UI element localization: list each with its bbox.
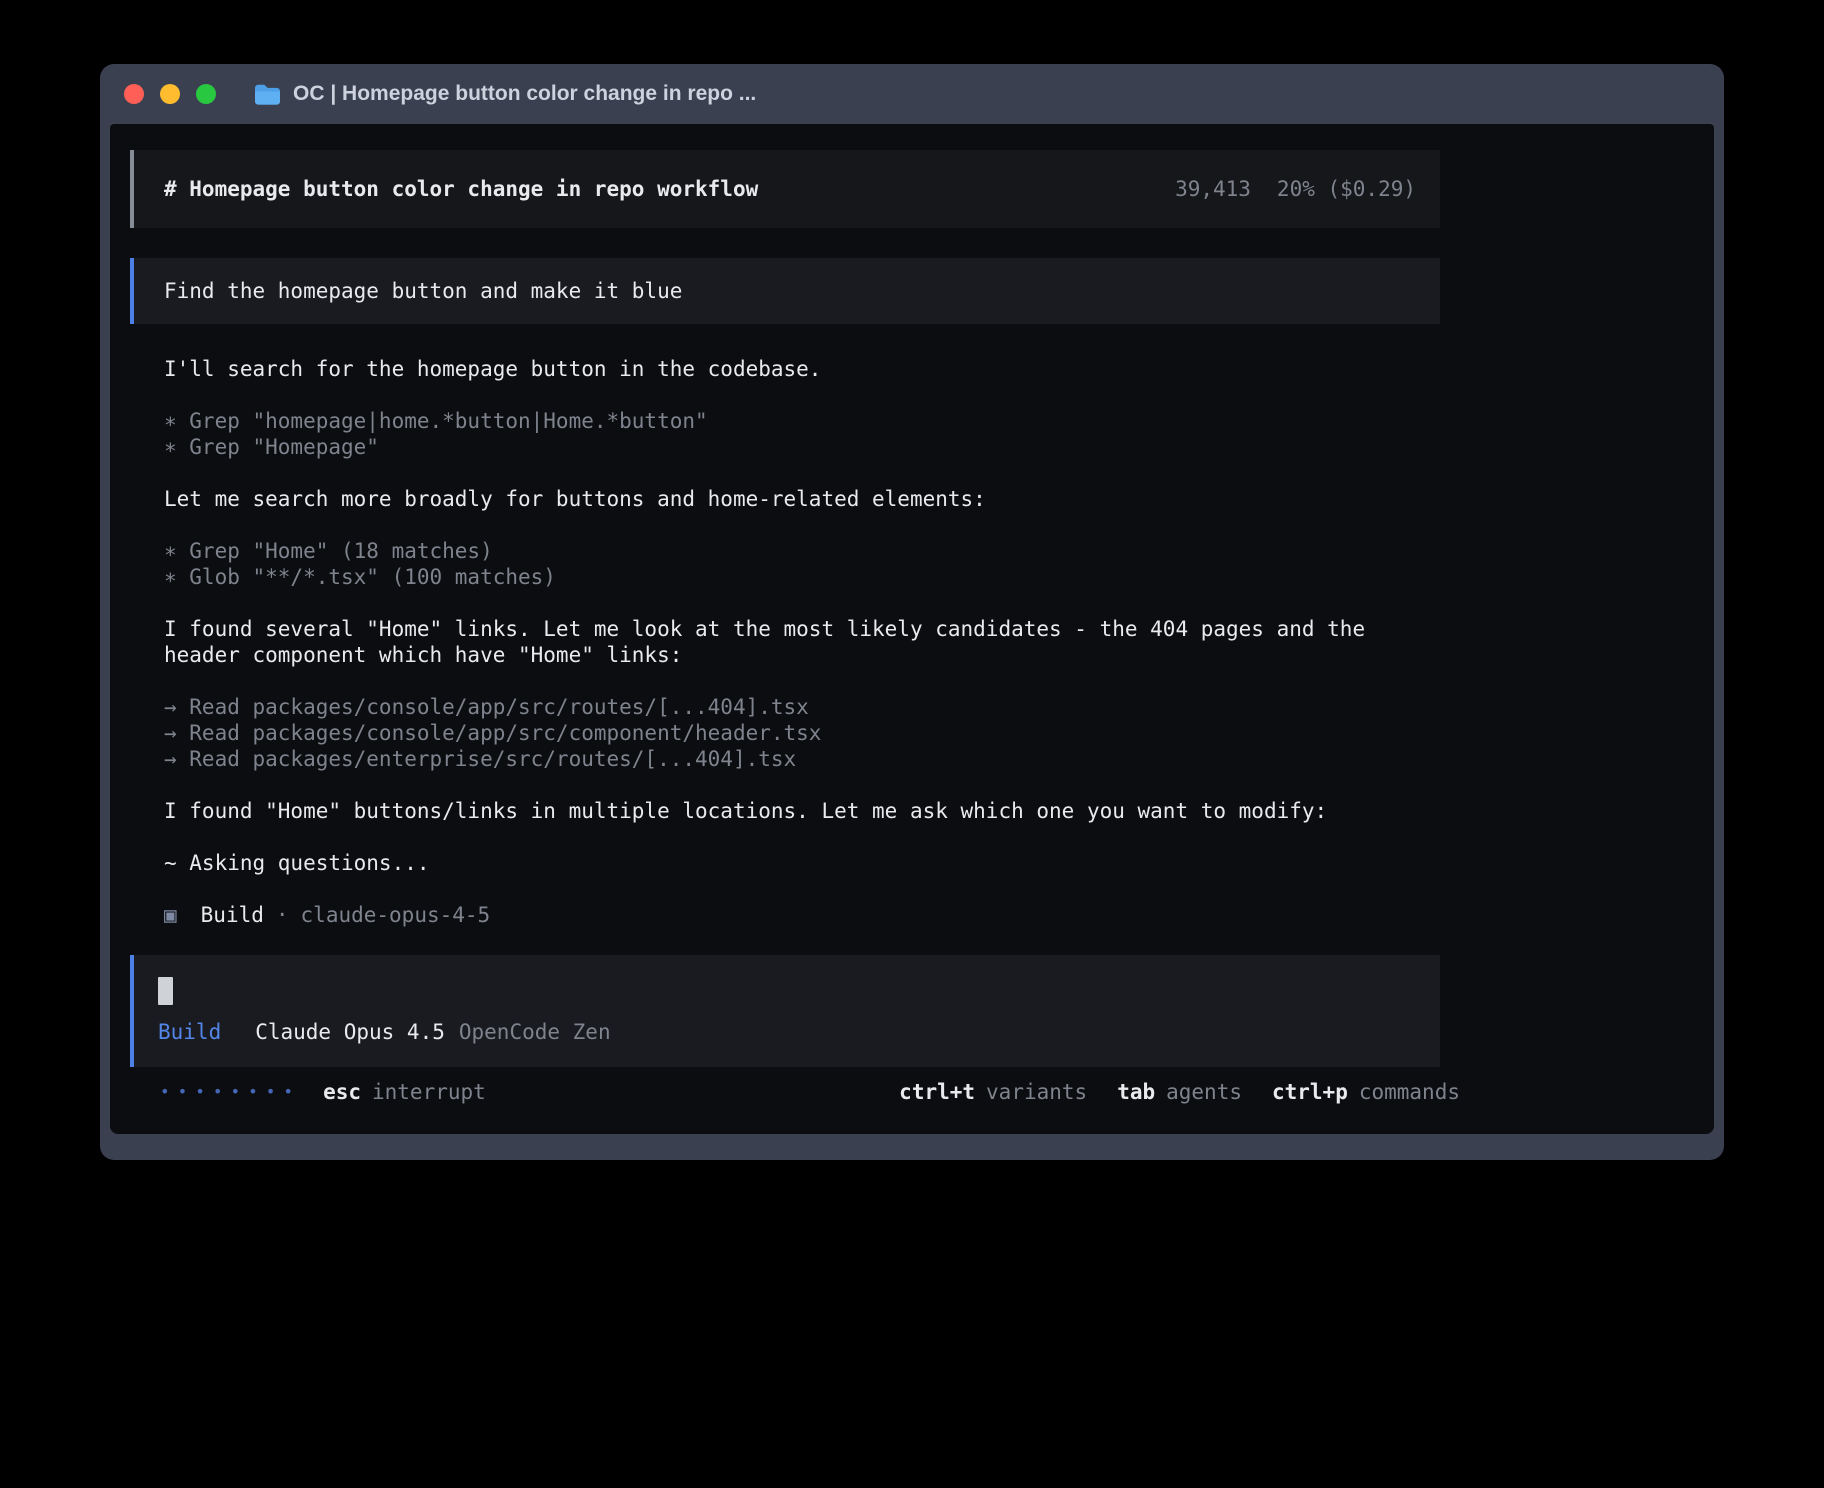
- tool-call-group: ∗ Grep "Home" (18 matches) ∗ Glob "**/*.…: [164, 538, 1440, 590]
- traffic-lights: [124, 84, 232, 104]
- window-title: OC | Homepage button color change in rep…: [293, 82, 756, 106]
- folder-icon: [254, 83, 281, 105]
- status-bar-right: ctrl+t variants tab agents ctrl+p comman…: [899, 1079, 1460, 1105]
- titlebar[interactable]: OC | Homepage button color change in rep…: [100, 64, 1724, 124]
- hint-key: tab: [1117, 1079, 1155, 1105]
- tool-call-glob: ∗ Glob "**/*.tsx" (100 matches): [164, 564, 1440, 590]
- session-title: # Homepage button color change in repo w…: [164, 176, 758, 202]
- terminal-content: # Homepage button color change in repo w…: [110, 124, 1714, 1134]
- agent-status-line: ▣ Build · claude-opus-4-5: [164, 902, 1440, 928]
- hint-variants: ctrl+t variants: [899, 1079, 1087, 1105]
- tool-call-read: → Read packages/console/app/src/componen…: [164, 720, 1440, 746]
- hint-label: agents: [1166, 1079, 1242, 1105]
- tool-call-grep: ∗ Grep "Home" (18 matches): [164, 538, 1440, 564]
- hint-agents: tab agents: [1117, 1079, 1242, 1105]
- minimize-button[interactable]: [160, 84, 180, 104]
- tool-call-grep: ∗ Grep "homepage|home.*button|Home.*butt…: [164, 408, 1440, 434]
- status-bar-left: •••••••• esc interrupt: [160, 1079, 486, 1105]
- prompt-input[interactable]: Build Claude Opus 4.5 OpenCode Zen: [130, 955, 1440, 1067]
- assistant-text: Let me search more broadly for buttons a…: [164, 486, 1440, 512]
- status-separator: ·: [276, 902, 289, 928]
- assistant-status-text: ~ Asking questions...: [164, 850, 1440, 876]
- hint-label: commands: [1359, 1079, 1460, 1105]
- session-meta: 39,413 20% ($0.29): [1175, 176, 1416, 202]
- zoom-button[interactable]: [196, 84, 216, 104]
- input-mode[interactable]: Build: [158, 1019, 221, 1045]
- status-bar: •••••••• esc interrupt ctrl+t variants t…: [150, 1079, 1460, 1105]
- text-cursor: [158, 977, 173, 1005]
- agent-name: Build: [201, 902, 264, 928]
- context-usage: 20% ($0.29): [1277, 176, 1416, 202]
- user-message-text: Find the homepage button and make it blu…: [164, 279, 682, 303]
- interrupt-label: interrupt: [372, 1079, 486, 1105]
- hint-label: variants: [986, 1079, 1087, 1105]
- tool-call-grep: ∗ Grep "Homepage": [164, 434, 1440, 460]
- input-provider: OpenCode Zen: [459, 1019, 611, 1045]
- interrupt-key: esc: [323, 1079, 361, 1105]
- tool-call-read: → Read packages/enterprise/src/routes/[.…: [164, 746, 1440, 772]
- close-button[interactable]: [124, 84, 144, 104]
- terminal-window: OC | Homepage button color change in rep…: [100, 64, 1724, 1160]
- token-count: 39,413: [1175, 176, 1251, 202]
- assistant-text: I'll search for the homepage button in t…: [164, 356, 1440, 382]
- session-header: # Homepage button color change in repo w…: [130, 150, 1440, 228]
- user-message: Find the homepage button and make it blu…: [130, 258, 1440, 324]
- assistant-text: I found several "Home" links. Let me loo…: [164, 616, 1440, 668]
- hint-key: ctrl+t: [899, 1079, 975, 1105]
- agent-icon: ▣: [164, 902, 177, 928]
- spinner-dots: ••••••••: [160, 1079, 301, 1105]
- input-meta: Build Claude Opus 4.5 OpenCode Zen: [158, 1019, 1416, 1045]
- tool-call-read: → Read packages/console/app/src/routes/[…: [164, 694, 1440, 720]
- assistant-text: I found "Home" buttons/links in multiple…: [164, 798, 1440, 824]
- agent-model: claude-opus-4-5: [301, 902, 491, 928]
- assistant-output: I'll search for the homepage button in t…: [164, 356, 1440, 928]
- hint-key: ctrl+p: [1272, 1079, 1348, 1105]
- tool-call-group: ∗ Grep "homepage|home.*button|Home.*butt…: [164, 408, 1440, 460]
- hint-commands: ctrl+p commands: [1272, 1079, 1460, 1105]
- input-model[interactable]: Claude Opus 4.5: [255, 1019, 445, 1045]
- tool-call-group: → Read packages/console/app/src/routes/[…: [164, 694, 1440, 772]
